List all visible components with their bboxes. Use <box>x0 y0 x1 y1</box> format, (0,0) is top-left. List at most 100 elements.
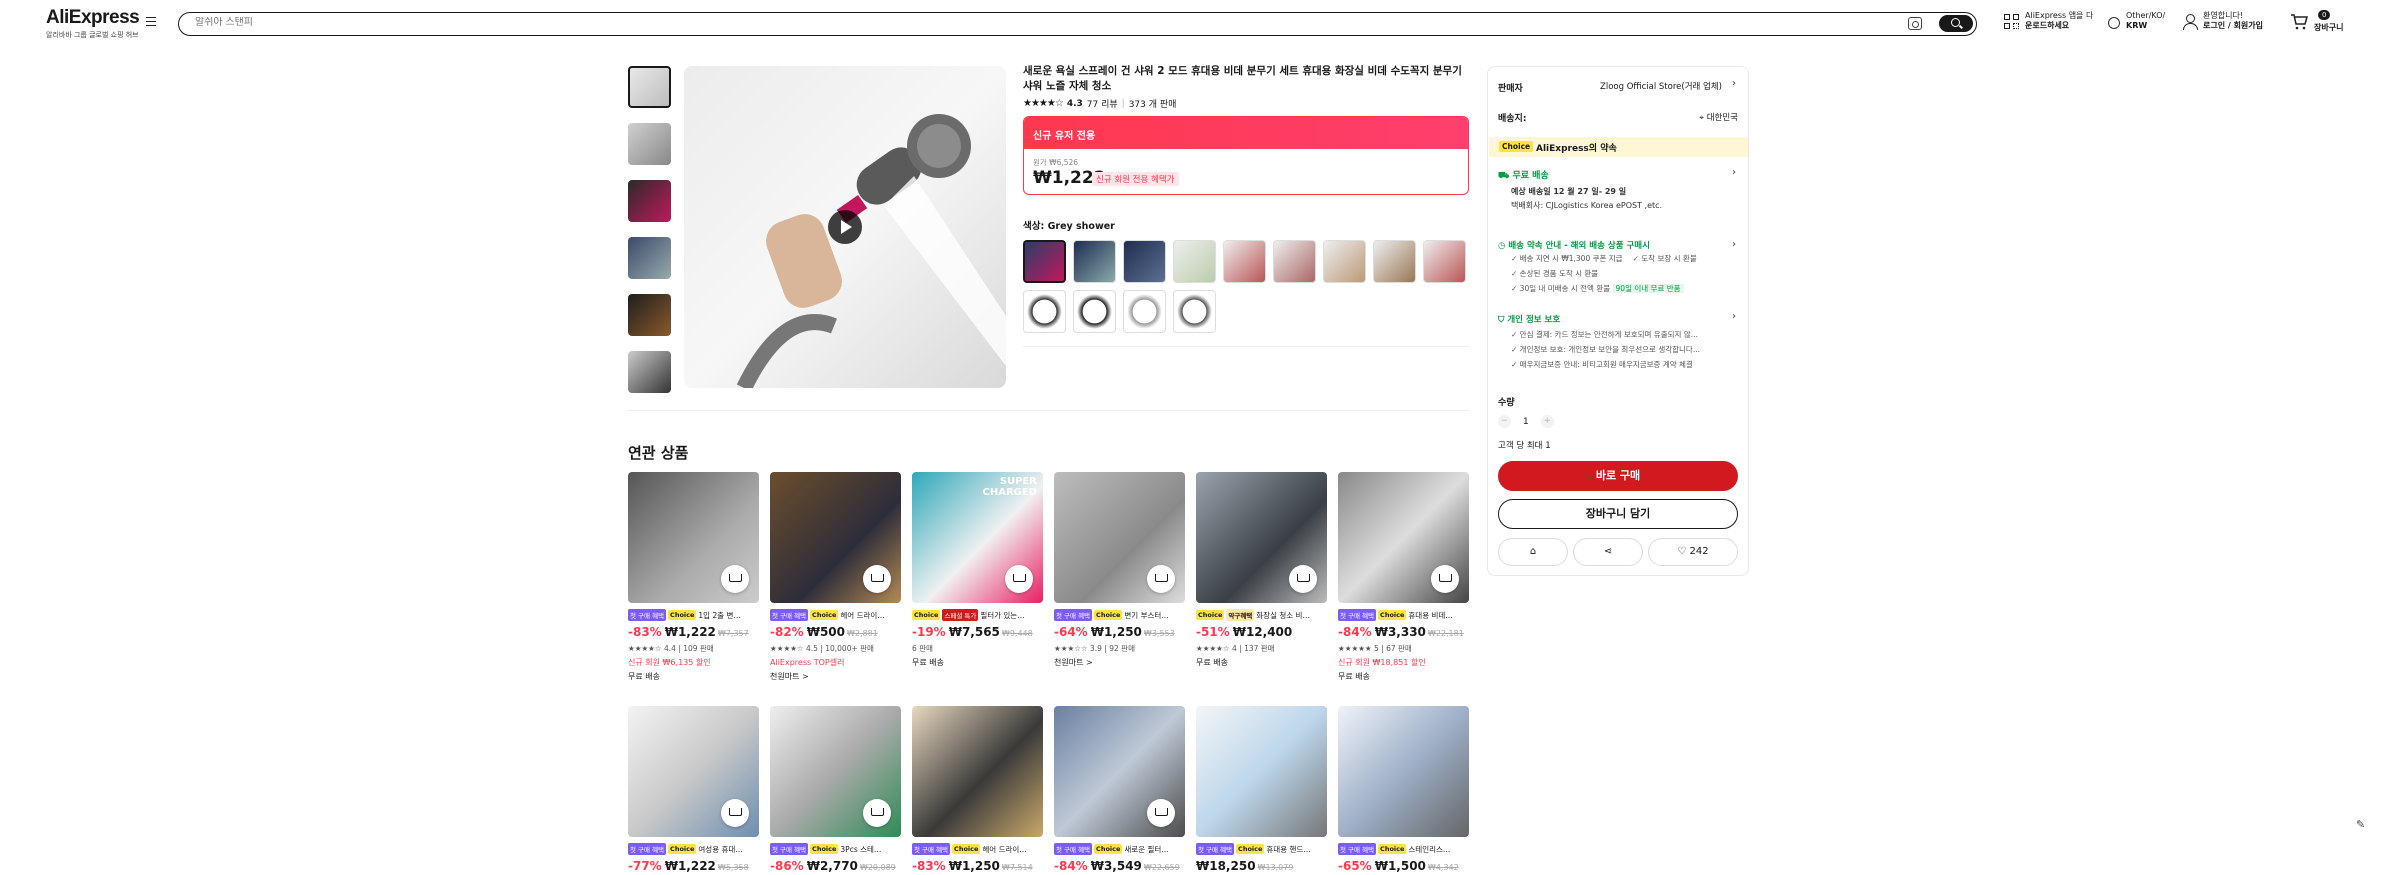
product-card[interactable]: 첫 구매 혜택 Choice 새로운 필터… -84% ₩3,549 ₩22,659 <box>1054 706 1185 873</box>
thumbnail-6[interactable] <box>628 351 671 393</box>
product-image[interactable]: SUPER CHARGED <box>912 472 1043 603</box>
discount: -84% <box>1338 625 1372 639</box>
color-swatch-12[interactable] <box>1123 290 1166 333</box>
color-swatch-11[interactable] <box>1073 290 1116 333</box>
privacy-section[interactable]: ⛉ 개인 정보 보호 ✓ 안심 결제: 카드 정보는 안전하게 보호되며 유출되… <box>1498 313 1738 372</box>
product-image[interactable] <box>628 706 759 837</box>
color-swatch-5[interactable] <box>1223 240 1266 283</box>
buy-now-button[interactable]: 바로 구매 <box>1498 461 1738 491</box>
product-card[interactable]: 첫 구매 혜택 Choice 변기 부스터… -64% ₩1,250 ₩3,553 ★★… <box>1054 472 1185 668</box>
card-extra[interactable]: 천원마트 > <box>1054 657 1185 668</box>
product-card[interactable]: 첫 구매 혜택 Choice 3Pcs 스테… -86% ₩2,770 ₩20,089 <box>770 706 901 873</box>
chevron-right-icon[interactable]: › <box>1732 78 1736 89</box>
search-input[interactable] <box>195 17 1695 28</box>
product-image[interactable] <box>1338 706 1469 837</box>
add-to-cart-icon[interactable] <box>863 565 891 593</box>
free-shipping-section[interactable]: ⛟ 무료 배송 예상 배송일 12 월 27 일- 29 일 택배회사: CJL… <box>1498 168 1738 213</box>
product-image[interactable] <box>1054 706 1185 837</box>
add-to-cart-button[interactable]: 장바구니 담기 <box>1498 499 1738 529</box>
color-swatch-8[interactable] <box>1373 240 1416 283</box>
thumbnail-5[interactable] <box>628 294 671 336</box>
seller-name-link[interactable]: Zloog Official Store(거래 업체) <box>1600 80 1722 92</box>
product-card[interactable]: 첫 구매 혜택 Choice 헤어 드라이… -83% ₩1,250 ₩7,514 <box>912 706 1043 873</box>
add-to-cart-icon[interactable] <box>1289 565 1317 593</box>
color-swatch-1[interactable] <box>1023 240 1066 283</box>
qr-code-icon[interactable] <box>2004 14 2020 30</box>
choice-badge: Choice <box>1499 141 1534 152</box>
product-image[interactable] <box>1196 706 1327 837</box>
edit-feedback-icon[interactable]: ✎ <box>2356 818 2365 831</box>
product-card[interactable]: 첫 구매 혜택 Choice 휴대용 비데… -84% ₩3,330 ₩22,181 ★… <box>1338 472 1469 682</box>
color-swatch-13[interactable] <box>1173 290 1216 333</box>
thumbnail-3[interactable] <box>628 180 671 222</box>
product-card[interactable]: 첫 구매 혜택 Choice 1입 2출 변… -83% ₩1,222 ₩7,357 ★… <box>628 472 759 682</box>
card-extra-2[interactable]: 천원마트 > <box>770 671 901 682</box>
quantity-stepper[interactable]: − 1 + <box>1498 415 1554 428</box>
share-icon: ⋖ <box>1603 546 1613 557</box>
chevron-right-icon[interactable]: › <box>1732 167 1736 178</box>
product-image[interactable] <box>912 706 1043 837</box>
main-product-image[interactable] <box>684 66 1006 388</box>
color-swatch-4[interactable] <box>1173 240 1216 283</box>
increase-button[interactable]: + <box>1540 415 1554 428</box>
account-link[interactable]: 환영합니다! 로그인 / 회원가입 <box>2203 11 2263 31</box>
product-image[interactable] <box>770 472 901 603</box>
add-to-cart-icon[interactable] <box>721 565 749 593</box>
product-image[interactable] <box>1338 472 1469 603</box>
add-to-cart-icon[interactable] <box>1005 565 1033 593</box>
thumbnail-4[interactable] <box>628 237 671 279</box>
was-price: ₩20,089 <box>859 863 896 872</box>
product-card[interactable]: 첫 구매 혜택 Choice 헤어 드라이… -82% ₩500 ₩2,881 ★★★★… <box>770 472 901 682</box>
user-icon[interactable] <box>2183 14 2198 30</box>
quantity-value[interactable]: 1 <box>1523 417 1529 427</box>
locale-selector[interactable]: Other/KO/ KRW <box>2126 11 2165 31</box>
product-card[interactable]: SUPER CHARGED Choice 스페셜 특가 필터가 있는… -19% ₩7,… <box>912 472 1043 668</box>
color-swatch-7[interactable] <box>1323 240 1366 283</box>
search-button[interactable] <box>1939 15 1973 32</box>
product-card[interactable]: 첫 구매 혜택 Choice 휴대용 핸드… ₩18,250 ₩13,079 <box>1196 706 1327 873</box>
wishlist-button[interactable]: ♡ 242 <box>1648 538 1738 566</box>
add-to-cart-icon[interactable] <box>721 799 749 827</box>
video-play-button[interactable] <box>828 210 862 244</box>
delivery-promise-section[interactable]: ◷ 배송 약속 안내 - 해외 배송 상품 구매시 ✓ 배송 지연 시 ₩1,3… <box>1498 239 1738 296</box>
store-button[interactable]: ⌂ <box>1498 538 1568 566</box>
thumbnail-1[interactable] <box>628 66 671 108</box>
review-count[interactable]: 77 리뷰 <box>1087 97 1118 110</box>
product-card[interactable]: Choice 약구혜택 화장실 청소 비… -51% ₩12,400 ★★★★☆ 4 … <box>1196 472 1327 668</box>
rating-row[interactable]: ★★★★☆ 4.3 77 리뷰 | 373 개 판매 <box>1023 97 1176 110</box>
add-to-cart-icon[interactable] <box>1431 565 1459 593</box>
ship-to-selector[interactable]: ⌖ 대한민국 <box>1699 111 1738 123</box>
cart-label[interactable]: 장바구니 <box>2314 22 2343 33</box>
chevron-right-icon[interactable]: › <box>1732 239 1736 250</box>
color-swatch-10[interactable] <box>1023 290 1066 333</box>
add-to-cart-icon[interactable] <box>1147 799 1175 827</box>
color-swatch-2[interactable] <box>1073 240 1116 283</box>
chevron-right-icon[interactable]: › <box>1732 311 1736 322</box>
aliexpress-logo[interactable]: AliExpress 알리바바 그룹 글로벌 쇼핑 허브 <box>46 8 140 40</box>
color-swatch-9[interactable] <box>1423 240 1466 283</box>
color-swatch-3[interactable] <box>1123 240 1166 283</box>
product-card[interactable]: 첫 구매 혜택 Choice 스테인리스… -65% ₩1,500 ₩4,342 <box>1338 706 1469 873</box>
share-button[interactable]: ⋖ <box>1573 538 1643 566</box>
rating-stars: ★★★★☆ <box>1023 98 1064 109</box>
promo-tag: 첫 구매 혜택 <box>912 843 951 855</box>
add-to-cart-icon[interactable] <box>1147 565 1175 593</box>
card-tags: 첫 구매 혜택 Choice 휴대용 비데… <box>1338 609 1469 621</box>
app-download-link[interactable]: AliExpress 앱을 다 운로드하세요 <box>2025 11 2093 31</box>
price: ₩1,250 <box>1090 625 1142 639</box>
cart-icon[interactable] <box>2290 14 2308 30</box>
product-image[interactable] <box>1054 472 1185 603</box>
image-search-icon[interactable] <box>1908 17 1922 30</box>
product-image[interactable] <box>1196 472 1327 603</box>
product-image[interactable] <box>770 706 901 837</box>
app-line-2: 운로드하세요 <box>2025 21 2070 30</box>
decrease-button[interactable]: − <box>1498 415 1511 428</box>
product-image[interactable] <box>628 472 759 603</box>
thumbnail-2[interactable] <box>628 123 671 165</box>
product-card[interactable]: 첫 구매 혜택 Choice 여성용 휴대… -77% ₩1,222 ₩5,358 <box>628 706 759 873</box>
was-price: ₩22,181 <box>1427 629 1464 638</box>
add-to-cart-icon[interactable] <box>863 799 891 827</box>
category-menu-icon[interactable] <box>146 17 156 26</box>
privacy-item: 개인정보 보호: 개인정보 보안을 최우선으로 생각합니다... <box>1519 345 1700 354</box>
color-swatch-6[interactable] <box>1273 240 1316 283</box>
